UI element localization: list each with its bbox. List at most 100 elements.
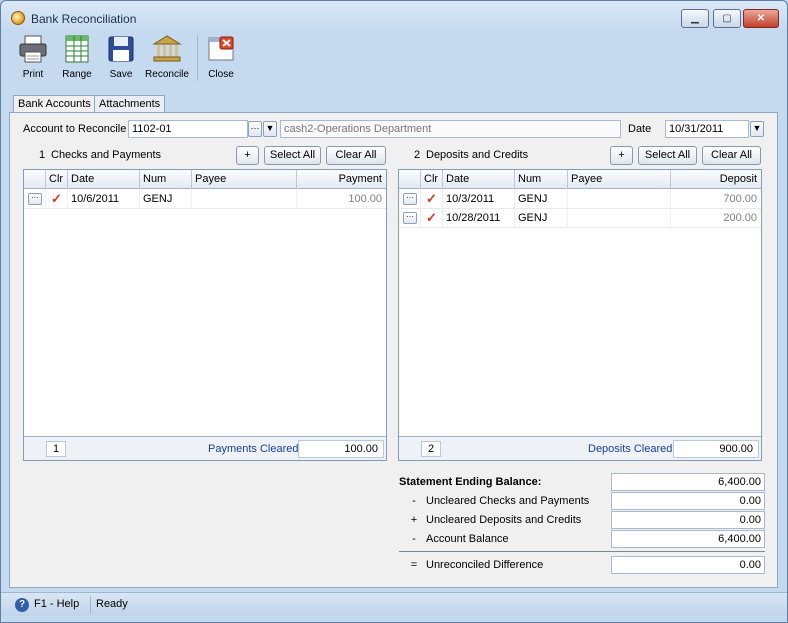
save-button[interactable]: Save — [97, 33, 145, 85]
status-bar: ? F1 - Help Ready — [1, 592, 787, 616]
checks-count: 1 — [46, 441, 66, 457]
chevron-down-icon: ▼ — [752, 123, 762, 133]
row-num: GENJ — [515, 190, 568, 209]
cleared-checkmark-icon[interactable]: ✓ — [46, 190, 68, 209]
col-num[interactable]: Num — [515, 170, 568, 189]
account-lookup-button[interactable]: ··· — [248, 121, 262, 137]
uncleared-checks-label: Uncleared Checks and Payments — [426, 495, 590, 507]
unreconciled-difference-label: Unreconciled Difference — [426, 559, 544, 571]
uncleared-checks-value: 0.00 — [611, 492, 765, 510]
row-detail-button[interactable]: ··· — [403, 193, 417, 205]
col-payment[interactable]: Payment — [297, 170, 386, 189]
deposits-title: Deposits and Credits — [426, 149, 529, 161]
deposits-clear-all-button[interactable]: Clear All — [702, 146, 761, 165]
row-date: 10/3/2011 — [443, 190, 515, 209]
chevron-down-icon: ▼ — [265, 123, 275, 133]
close-button[interactable]: Close — [197, 33, 245, 85]
date-dropdown-button[interactable]: ▼ — [750, 121, 764, 137]
account-input[interactable]: 1102-01 — [128, 120, 248, 138]
date-label: Date — [628, 123, 652, 135]
reconcile-label: Reconcile — [145, 69, 189, 80]
print-button[interactable]: Print — [9, 33, 57, 85]
checks-number: 1 — [39, 149, 46, 161]
deposits-footer: 2 Deposits Cleared 900.00 — [399, 436, 761, 460]
table-row[interactable]: ··· ✓ 10/28/2011 GENJ 200.00 — [399, 209, 761, 228]
table-row[interactable]: ··· ✓ 10/6/2011 GENJ 100.00 — [24, 190, 386, 209]
deposits-grid: Clr Date Num Payee Deposit ··· ✓ 10/3/20… — [398, 169, 762, 461]
row-detail-button[interactable]: ··· — [403, 212, 417, 224]
statement-ending-balance-label: Statement Ending Balance: — [399, 476, 542, 488]
row-date: 10/28/2011 — [443, 209, 515, 228]
col-num[interactable]: Num — [140, 170, 192, 189]
row-amount: 700.00 — [723, 193, 757, 205]
uncleared-checks-sign: - — [412, 495, 416, 507]
bank-icon — [152, 35, 182, 62]
checks-clear-all-button[interactable]: Clear All — [326, 146, 386, 165]
table-row[interactable]: ··· ✓ 10/3/2011 GENJ 700.00 — [399, 190, 761, 209]
add-deposit-button[interactable]: + — [610, 146, 633, 165]
status-separator — [90, 596, 91, 614]
spreadsheet-icon — [65, 35, 89, 63]
row-payee — [568, 209, 671, 228]
account-description: cash2-Operations Department — [280, 120, 621, 138]
app-icon — [11, 11, 25, 25]
col-payee[interactable]: Payee — [192, 170, 297, 189]
row-selector-header — [399, 170, 421, 189]
add-check-button[interactable]: + — [236, 146, 259, 165]
tab-attachments[interactable]: Attachments — [94, 95, 166, 113]
range-button[interactable]: Range — [53, 33, 101, 85]
checks-grid: Clr Date Num Payee Payment ··· ✓ 10/6/20… — [23, 169, 387, 461]
printer-icon — [19, 35, 47, 63]
deposits-cleared-label: Deposits Cleared — [588, 443, 673, 455]
account-balance-label: Account Balance — [426, 533, 509, 545]
save-label: Save — [109, 69, 133, 80]
col-payee[interactable]: Payee — [568, 170, 671, 189]
cleared-checkmark-icon[interactable]: ✓ — [421, 209, 443, 228]
checks-select-all-button[interactable]: Select All — [264, 146, 321, 165]
row-selector-header — [24, 170, 46, 189]
maximize-button[interactable]: ▢ — [713, 9, 741, 28]
deposits-number: 2 — [414, 149, 421, 161]
statement-ending-balance-input[interactable]: 6,400.00 — [611, 473, 765, 491]
col-deposit[interactable]: Deposit — [671, 170, 761, 189]
checks-footer: 1 Payments Cleared 100.00 — [24, 436, 386, 460]
status-text: Ready — [96, 598, 128, 610]
row-payee — [192, 190, 297, 209]
row-num: GENJ — [515, 209, 568, 228]
deposits-cleared-total: 900.00 — [673, 440, 759, 458]
help-icon[interactable]: ? — [15, 598, 29, 612]
deposits-count: 2 — [421, 441, 441, 457]
payments-cleared-label: Payments Cleared — [208, 443, 299, 455]
close-document-icon — [208, 36, 234, 61]
col-clr[interactable]: Clr — [46, 170, 68, 189]
cleared-checkmark-icon[interactable]: ✓ — [421, 190, 443, 209]
help-label[interactable]: F1 - Help — [34, 598, 79, 610]
account-dropdown-button[interactable]: ▼ — [263, 121, 277, 137]
row-payee — [568, 190, 671, 209]
row-detail-button[interactable]: ··· — [28, 193, 42, 205]
close-window-button[interactable]: ✕ — [743, 9, 779, 28]
col-date[interactable]: Date — [443, 170, 515, 189]
floppy-disk-icon — [108, 36, 134, 62]
payments-cleared-total: 100.00 — [298, 440, 384, 458]
toolbar: Print Range Save Reconcile Close — [9, 31, 781, 87]
row-amount: 100.00 — [348, 193, 382, 205]
account-balance-value: 6,400.00 — [611, 530, 765, 548]
title-bar: Bank Reconciliation ▁ ▢ ✕ — [1, 1, 787, 31]
row-num: GENJ — [140, 190, 192, 209]
close-label: Close — [208, 69, 234, 80]
date-input[interactable]: 10/31/2011 — [665, 120, 749, 138]
unreconciled-difference-value: 0.00 — [611, 556, 765, 574]
col-date[interactable]: Date — [68, 170, 140, 189]
uncleared-deposits-value: 0.00 — [611, 511, 765, 529]
row-date: 10/6/2011 — [68, 190, 140, 209]
col-clr[interactable]: Clr — [421, 170, 443, 189]
deposits-select-all-button[interactable]: Select All — [638, 146, 697, 165]
account-label: Account to Reconcile — [23, 123, 127, 135]
uncleared-deposits-label: Uncleared Deposits and Credits — [426, 514, 582, 526]
minimize-button[interactable]: ▁ — [681, 9, 709, 28]
bank-reconciliation-window: Bank Reconciliation ▁ ▢ ✕ Print Range Sa… — [0, 0, 788, 623]
uncleared-deposits-sign: + — [410, 514, 418, 526]
deposits-grid-header: Clr Date Num Payee Deposit — [399, 170, 761, 189]
reconcile-button[interactable]: Reconcile — [143, 33, 191, 85]
